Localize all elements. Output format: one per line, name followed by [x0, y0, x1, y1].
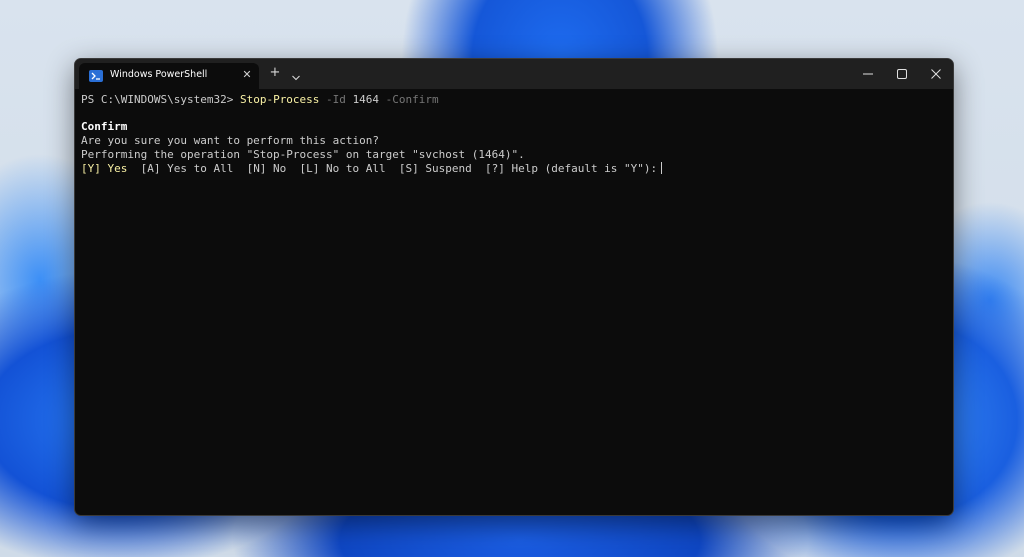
- parameter-id: -Id: [319, 93, 353, 106]
- terminal-output[interactable]: PS C:\WINDOWS\system32> Stop-Process -Id…: [81, 93, 941, 509]
- parameter-confirm: -Confirm: [379, 93, 439, 106]
- terminal-window[interactable]: Windows PowerShell ✕ + PS C:\WINDOWS\sys…: [74, 58, 954, 516]
- chevron-down-icon[interactable]: [291, 67, 305, 81]
- option-list: [A] Yes to All [N] No [L] No to All [S] …: [127, 162, 658, 175]
- tab-title: Windows PowerShell: [110, 69, 208, 80]
- confirm-options[interactable]: [Y] Yes [A] Yes to All [N] No [L] No to …: [81, 162, 663, 176]
- close-icon[interactable]: [919, 59, 953, 89]
- confirm-question: Are you sure you want to perform this ac…: [81, 134, 380, 147]
- confirm-operation: Performing the operation "Stop-Process" …: [81, 148, 525, 161]
- new-tab-button[interactable]: +: [268, 66, 282, 80]
- text-cursor: [661, 162, 663, 174]
- command-line: PS C:\WINDOWS\system32> Stop-Process -Id…: [81, 93, 439, 107]
- option-yes: [Y] Yes: [81, 162, 128, 175]
- tab-close-icon[interactable]: ✕: [240, 68, 254, 82]
- argument-id: 1464: [352, 93, 380, 106]
- title-bar[interactable]: Windows PowerShell ✕ +: [75, 59, 953, 89]
- prompt: PS C:\WINDOWS\system32>: [81, 93, 240, 106]
- confirm-heading: Confirm: [81, 120, 128, 133]
- minimize-icon[interactable]: [851, 59, 885, 89]
- command-name: Stop-Process: [239, 93, 320, 106]
- powershell-icon: [89, 70, 103, 82]
- maximize-icon[interactable]: [885, 59, 919, 89]
- tab-windows-powershell[interactable]: Windows PowerShell ✕: [79, 63, 259, 89]
